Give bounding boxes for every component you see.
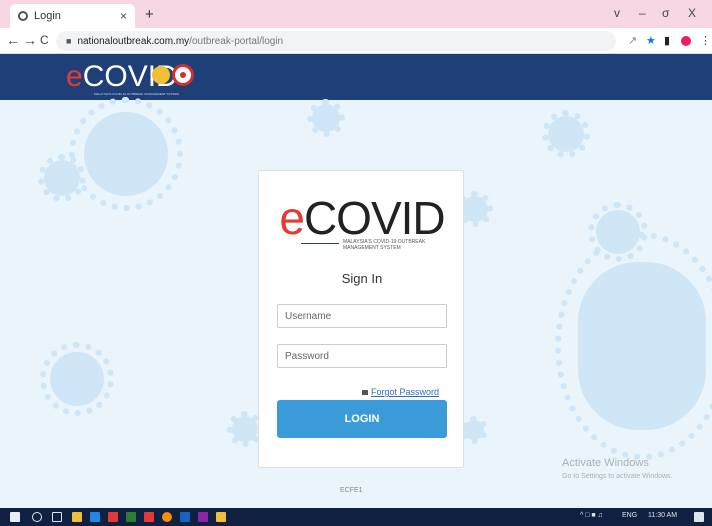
tray-clock[interactable]: 11:30 AM <box>648 512 677 519</box>
search-icon[interactable] <box>32 512 42 522</box>
task-view-icon[interactable] <box>52 512 62 522</box>
tray-language[interactable]: ENG <box>622 512 637 519</box>
tab-search-button[interactable]: v <box>614 6 620 20</box>
excel-icon[interactable] <box>126 512 136 522</box>
padlock-icon <box>361 390 368 395</box>
login-tagline: MALAYSIA'S COVID-19 OUTBREAK MANAGEMENT … <box>343 239 426 251</box>
address-bar[interactable]: ■ nationaloutbreak.com.my/outbreak-porta… <box>56 31 616 51</box>
virus-decoration <box>37 153 87 203</box>
reload-button[interactable]: C <box>40 33 49 47</box>
notification-icon[interactable] <box>694 512 704 522</box>
app-icon[interactable] <box>90 512 100 522</box>
malaysia-crest-icon <box>152 66 170 84</box>
forgot-password-link[interactable]: Forgot Password <box>361 387 439 397</box>
tray-icons[interactable]: ^ □ ■ ♫ <box>580 512 603 519</box>
profile-avatar[interactable] <box>681 36 691 46</box>
globe-icon <box>18 11 28 21</box>
virus-decoration <box>40 342 114 416</box>
virus-decoration <box>460 416 488 444</box>
close-window-button[interactable]: X <box>688 6 696 20</box>
app-icon[interactable] <box>216 512 226 522</box>
browser-tab[interactable]: Login × <box>10 4 135 28</box>
login-button[interactable]: LOGIN <box>277 400 447 438</box>
windows-taskbar: ^ □ ■ ♫ ENG 11:30 AM <box>0 508 712 526</box>
bookmark-star-icon[interactable]: ★ <box>646 34 656 47</box>
outlook-icon[interactable] <box>180 512 190 522</box>
app-icon[interactable] <box>144 512 154 522</box>
footer-code: ECFE1 <box>340 487 363 494</box>
login-card: eCOVID MALAYSIA'S COVID-19 OUTBREAK MANA… <box>258 170 464 468</box>
virus-decoration <box>541 109 591 159</box>
password-input[interactable] <box>277 344 447 368</box>
url-path: /outbreak-portal/login <box>189 35 284 47</box>
restore-button[interactable]: σ <box>662 6 669 20</box>
back-button[interactable]: ← <box>6 32 20 48</box>
virus-decoration <box>227 411 263 447</box>
windows-start-icon[interactable] <box>10 512 20 522</box>
username-input[interactable] <box>277 304 447 328</box>
app-icon[interactable] <box>198 512 208 522</box>
url-domain: nationaloutbreak.com.my <box>77 35 190 47</box>
new-tab-button[interactable]: + <box>145 6 154 23</box>
virus-decoration <box>554 231 712 461</box>
forward-button[interactable]: → <box>23 32 37 48</box>
file-explorer-icon[interactable] <box>72 512 82 522</box>
menu-kebab-icon[interactable]: ⋮ <box>700 34 711 47</box>
minimize-button[interactable]: – <box>639 6 646 20</box>
activate-windows-watermark: Activate Windows Go to Settings to activ… <box>562 457 673 480</box>
side-panel-icon[interactable]: ▮ <box>664 34 670 47</box>
share-icon[interactable]: ↗ <box>628 34 637 47</box>
browser-tab-strip: Login × + v – σ X <box>0 0 712 28</box>
header-logo-subtitle: MALAYSIA'S COVID-19 OUTBREAK MANAGEMENT … <box>94 92 179 96</box>
tab-title: Login <box>34 10 61 22</box>
app-icon[interactable] <box>108 512 118 522</box>
virus-decoration <box>68 96 184 212</box>
site-header: eCOVID MALAYSIA'S COVID-19 OUTBREAK MANA… <box>0 54 712 100</box>
browser-toolbar: ← → C ■ nationaloutbreak.com.my/outbreak… <box>0 28 712 54</box>
chrome-icon[interactable] <box>162 512 172 522</box>
lock-icon: ■ <box>66 36 72 46</box>
virus-decoration <box>457 191 493 227</box>
sign-in-heading: Sign In <box>341 271 383 286</box>
virus-decoration <box>306 98 346 138</box>
ministry-seal-icon <box>172 64 194 86</box>
tab-close-button[interactable]: × <box>120 9 127 23</box>
logo-underline <box>301 243 339 244</box>
login-logo: eCOVID <box>279 192 445 244</box>
